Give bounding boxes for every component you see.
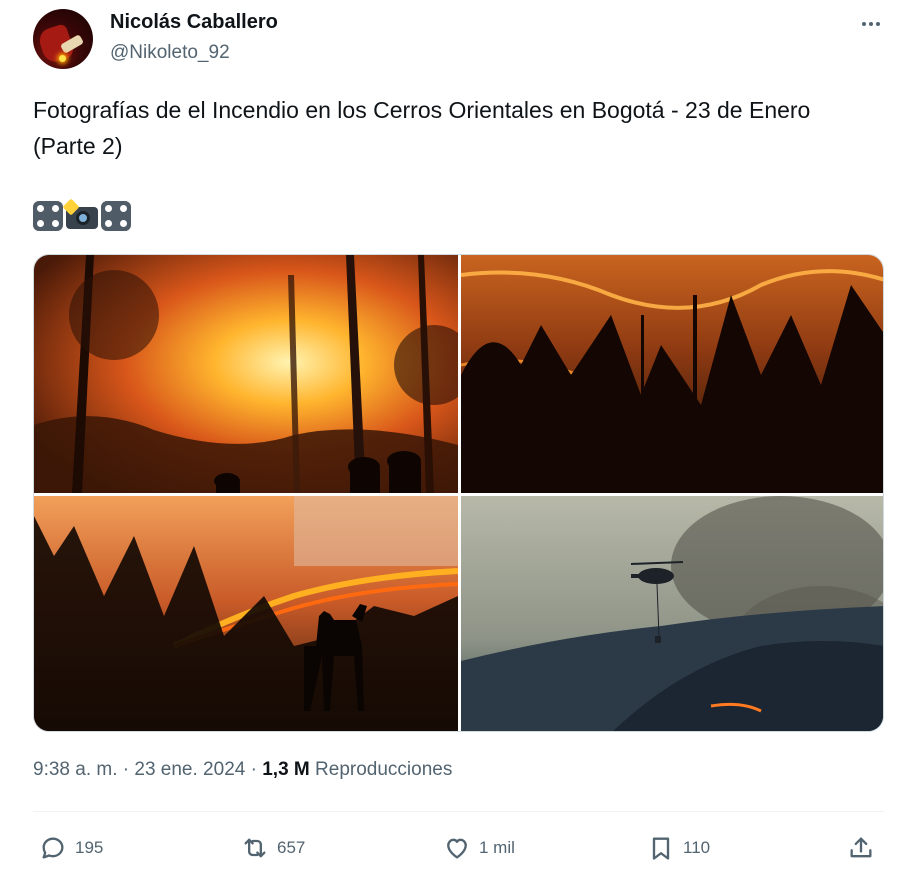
views-label: Reproducciones — [315, 759, 453, 780]
user-handle[interactable]: @Nikoleto_92 — [110, 42, 230, 64]
like-count: 1 mil — [479, 838, 515, 857]
dice-emoji-icon — [33, 201, 63, 231]
reply-count: 195 — [75, 838, 104, 857]
dice-emoji-icon — [101, 201, 131, 231]
divider — [33, 811, 884, 812]
meta-separator: · — [122, 759, 130, 780]
tweet-card: Nicolás Caballero @Nikoleto_92 Fotografí… — [0, 0, 920, 892]
bookmark-count: 110 — [683, 838, 711, 857]
media-grid — [33, 254, 884, 732]
share-icon — [850, 837, 872, 858]
heart-icon — [447, 838, 467, 859]
emoji-line — [33, 198, 131, 233]
avatar-light — [59, 55, 66, 62]
camera-flash-emoji-icon — [62, 198, 99, 231]
tweet-time[interactable]: 9:38 a. m. — [33, 759, 118, 780]
display-name[interactable]: Nicolás Caballero — [110, 11, 278, 34]
action-bar: 195 657 1 mil 110 — [33, 830, 884, 866]
retweet-icon — [244, 838, 266, 858]
avatar[interactable] — [33, 9, 93, 69]
photo-helicopter-water-drop[interactable] — [461, 496, 883, 731]
dot — [862, 22, 866, 26]
tweet-text: Fotografías de el Incendio en los Cerros… — [33, 97, 811, 159]
share-button[interactable] — [847, 830, 875, 866]
like-button[interactable]: 1 mil — [443, 830, 515, 866]
reply-icon — [42, 837, 64, 859]
photo-deer-silhouette-fire[interactable] — [34, 496, 458, 731]
dot — [876, 22, 880, 26]
reply-button[interactable]: 195 — [39, 830, 103, 866]
retweet-button[interactable]: 657 — [241, 830, 305, 866]
tweet-date[interactable]: 23 ene. 2024 — [134, 759, 245, 780]
photo-forest-fire-firefighters[interactable] — [34, 255, 458, 493]
bookmark-button[interactable]: 110 — [647, 830, 710, 866]
bookmark-icon — [652, 837, 670, 860]
photo-burning-hillside-trees[interactable] — [461, 255, 883, 493]
meta-separator: · — [250, 759, 257, 780]
more-options-icon[interactable] — [856, 16, 886, 32]
views-count: 1,3 M — [262, 759, 310, 780]
tweet-meta: 9:38 a. m. · 23 ene. 2024 · 1,3 M Reprod… — [33, 759, 452, 781]
retweet-count: 657 — [277, 838, 306, 857]
dot — [869, 22, 873, 26]
